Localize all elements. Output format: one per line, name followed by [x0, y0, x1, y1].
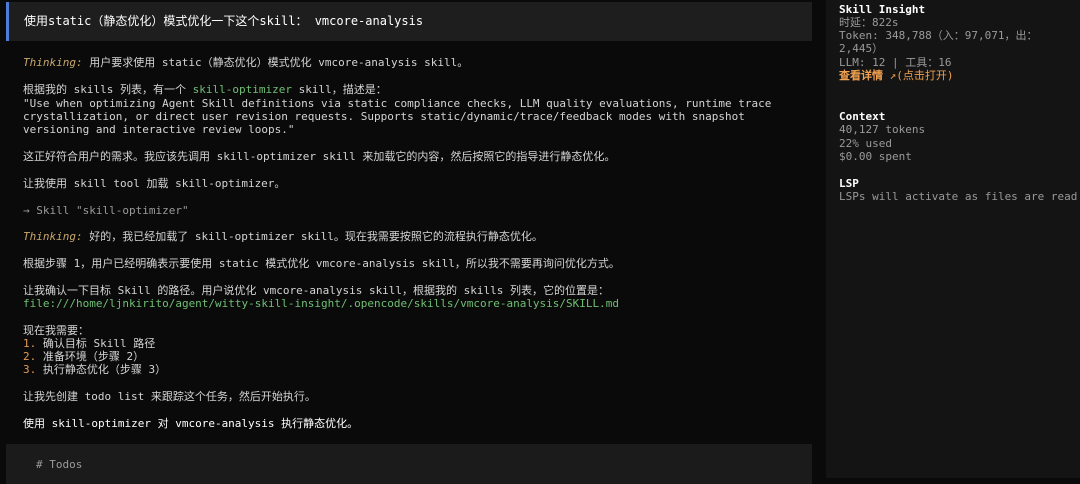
list-number: 3. — [23, 363, 37, 376]
token-usage: Token: 348,788（入：97,071，出： — [839, 29, 1038, 42]
lsp-title: LSP — [839, 177, 859, 190]
chat-panel: 使用static（静态优化）模式优化一下这个skill： vmcore-anal… — [0, 0, 826, 484]
skill-description-line: versioning and interactive review loops.… — [23, 123, 295, 136]
paragraph-text: 根据我的 skills 列表，有一个 — [23, 83, 193, 96]
view-details-link[interactable]: 查看详情 — [839, 69, 883, 82]
paragraph-skill-list: 根据我的 skills 列表，有一个 skill-optimizer skill… — [23, 83, 387, 96]
external-link-icon[interactable]: ↗(点击打开) — [890, 69, 954, 82]
latency-value: 时延：822s — [839, 16, 899, 29]
token-usage-cont: 2,445） — [839, 42, 884, 55]
context-used: 22% used — [839, 137, 892, 150]
skill-description-line: crystallization, or direct user revision… — [23, 110, 745, 123]
skill-file-path[interactable]: file:///home/ljnkirito/agent/witty-skill… — [23, 297, 619, 310]
thinking-block-2: Thinking: 好的，我已经加载了 skill-optimizer skil… — [23, 230, 543, 243]
thinking-block-1: Thinking: 用户要求使用 static（静态优化）模式优化 vmcore… — [23, 56, 468, 69]
paragraph: 现在我需要： — [23, 324, 89, 337]
list-text: 确认目标 Skill 路径 — [42, 337, 156, 350]
tool-call-skill[interactable]: → Skill "skill-optimizer" — [23, 204, 189, 217]
thinking-label: Thinking: — [23, 230, 83, 243]
list-number: 1. — [23, 337, 37, 350]
skill-description-line: "Use when optimizing Agent Skill definit… — [23, 97, 772, 110]
paragraph: 让我先创建 todo list 来跟踪这个任务，然后开始执行。 — [23, 390, 316, 403]
thinking-label: Thinking: — [23, 56, 83, 69]
list-text: 准备环境（步骤 2） — [42, 350, 145, 363]
list-item: 2. 准备环境（步骤 2） — [23, 350, 144, 363]
context-title: Context — [839, 110, 886, 123]
thinking-text: 好的，我已经加载了 skill-optimizer skill。现在我需要按照它… — [89, 230, 543, 243]
list-text: 执行静态优化（步骤 3） — [42, 363, 167, 376]
paragraph: 让我使用 skill tool 加载 skill-optimizer。 — [23, 177, 286, 190]
lsp-status: LSPs will activate as files are read — [839, 190, 1078, 203]
skill-insight-title: Skill Insight — [839, 3, 926, 16]
paragraph: 根据步骤 1，用户已经明确表示要使用 static 模式优化 vmcore-an… — [23, 257, 620, 270]
paragraph-text: skill，描述是： — [291, 83, 387, 96]
todos-heading: # Todos — [36, 458, 83, 471]
details-row: 查看详情 ↗(点击打开) — [839, 69, 954, 82]
list-number: 2. — [23, 350, 37, 363]
assistant-final-message: 使用 skill-optimizer 对 vmcore-analysis 执行静… — [23, 417, 359, 430]
user-message-text: 使用static（静态优化）模式优化一下这个skill： vmcore-anal… — [24, 14, 424, 28]
paragraph: 让我确认一下目标 Skill 的路径。用户说优化 vmcore-analysis… — [23, 284, 610, 297]
context-tokens: 40,127 tokens — [839, 123, 926, 136]
user-message: 使用static（静态优化）模式优化一下这个skill： vmcore-anal… — [6, 2, 812, 41]
llm-tools-count: LLM: 12 | 工具：16 — [839, 56, 952, 69]
thinking-text: 用户要求使用 static（静态优化）模式优化 vmcore-analysis … — [89, 56, 469, 69]
list-item: 1. 确认目标 Skill 路径 — [23, 337, 155, 350]
list-item: 3. 执行静态优化（步骤 3） — [23, 363, 166, 376]
context-spent: $0.00 spent — [839, 150, 912, 163]
skill-name: skill-optimizer — [192, 83, 292, 96]
sidebar: Skill Insight 时延：822s Token: 348,788（入：9… — [826, 0, 1080, 478]
paragraph: 这正好符合用户的需求。我应该先调用 skill-optimizer skill … — [23, 150, 616, 163]
todos-panel: # Todos — [6, 444, 812, 484]
